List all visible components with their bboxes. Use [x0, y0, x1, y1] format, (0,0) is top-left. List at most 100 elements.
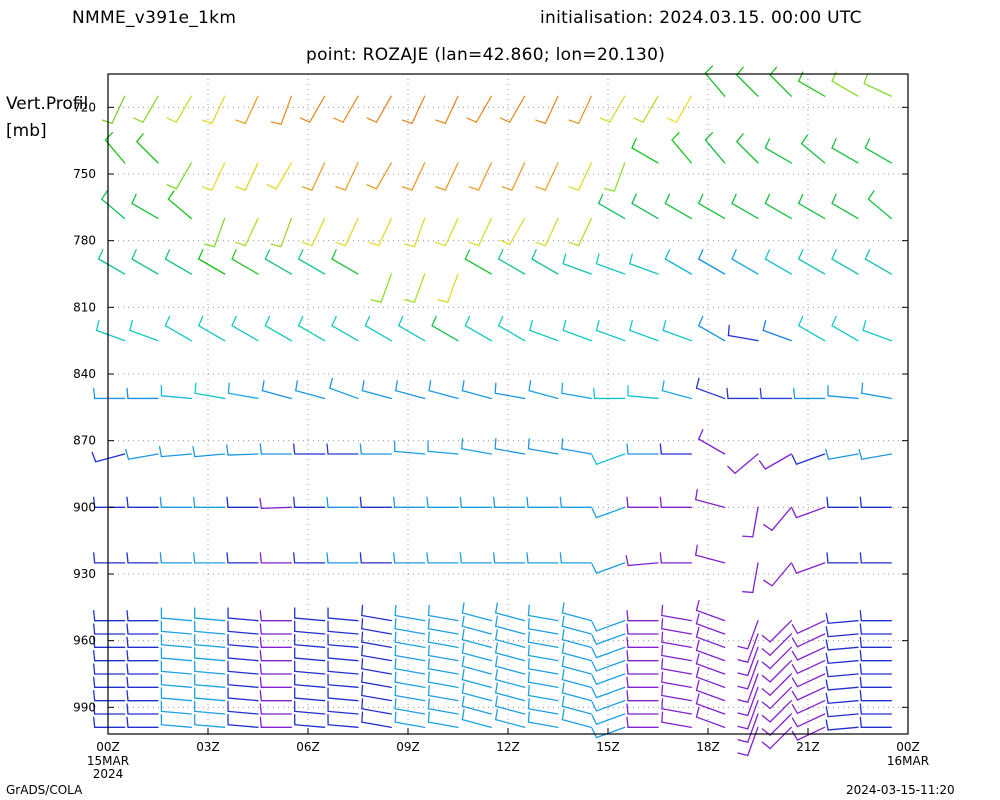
barb-shaft — [864, 147, 892, 164]
barb-shaft — [698, 438, 726, 455]
wind-barb — [736, 66, 759, 97]
wind-barb — [95, 320, 126, 342]
wind-barb — [294, 634, 326, 648]
barb-shaft — [595, 646, 626, 659]
barb-flag — [193, 552, 196, 564]
wind-barb — [698, 249, 726, 275]
wind-barb — [661, 618, 692, 635]
wind-barb — [327, 674, 359, 688]
barb-flag — [859, 716, 862, 728]
wind-barb — [194, 674, 226, 688]
barb-flag — [591, 701, 598, 712]
barb-flag — [591, 661, 598, 672]
wind-barb — [629, 253, 659, 275]
wind-barb — [93, 387, 126, 400]
barb-flag — [159, 552, 162, 564]
wind-barb — [192, 446, 226, 458]
x-tick-label: 12Z — [496, 740, 520, 754]
wind-barb — [160, 647, 192, 662]
barb-flag — [136, 133, 144, 143]
wind-barb — [859, 703, 892, 715]
barb-shaft — [561, 612, 592, 622]
barb-shaft — [494, 448, 526, 455]
barb-flag — [194, 382, 197, 394]
wind-barb — [861, 382, 892, 400]
wind-barb — [126, 650, 159, 662]
barb-flag — [791, 704, 799, 714]
barb-shaft — [661, 641, 692, 648]
wind-barb — [227, 660, 259, 675]
barb-flag — [695, 693, 700, 705]
wind-barb — [427, 604, 459, 622]
barb-flag — [742, 591, 754, 594]
barb-shaft — [795, 453, 826, 465]
barb-shaft — [747, 726, 759, 757]
barb-flag — [527, 711, 530, 723]
barb-shaft — [461, 692, 492, 702]
barb-shaft — [160, 395, 192, 400]
barb-flag — [235, 119, 246, 125]
barb-shaft — [769, 74, 792, 97]
wind-barb — [791, 713, 826, 728]
wind-barb — [331, 315, 359, 342]
barb-shaft — [595, 562, 626, 574]
wind-barb — [561, 602, 592, 622]
barb-shaft — [375, 95, 392, 123]
barb-flag — [426, 552, 429, 564]
barb-shaft — [861, 453, 892, 460]
barb-shaft — [244, 95, 259, 125]
barb-shaft — [769, 686, 792, 710]
barb-shaft — [661, 694, 692, 702]
wind-barb — [659, 496, 692, 508]
barb-flag — [398, 315, 404, 327]
wind-barb — [662, 320, 692, 342]
barb-flag — [626, 623, 629, 635]
x-tick-sublabel: 15MAR — [87, 754, 129, 768]
barb-shaft — [427, 681, 459, 688]
wind-barb — [327, 660, 359, 675]
wind-barb — [204, 217, 226, 248]
barb-flag — [166, 184, 177, 190]
wind-barb — [398, 315, 426, 342]
barb-shaft — [444, 217, 459, 247]
wind-barb — [361, 631, 392, 648]
barb-shaft — [752, 506, 759, 538]
barb-flag — [561, 669, 565, 681]
x-tick-label: 21Z — [796, 740, 820, 754]
wind-barb — [626, 676, 659, 688]
barb-flag — [204, 243, 216, 248]
wind-barb — [859, 623, 892, 635]
barb-shaft — [211, 162, 226, 191]
barb-flag — [695, 489, 698, 501]
wind-barb — [93, 676, 126, 688]
barb-shaft — [827, 395, 859, 400]
x-tick-label: 00Z — [96, 740, 120, 754]
barb-flag — [126, 663, 129, 675]
wind-barb — [194, 620, 226, 635]
wind-barb — [227, 714, 259, 728]
wind-barb — [259, 623, 292, 635]
barb-flag — [736, 133, 744, 143]
wind-barb — [426, 552, 459, 564]
barb-shaft — [796, 673, 826, 688]
wind-barb — [695, 693, 726, 715]
barb-shaft — [327, 630, 359, 635]
barb-flag — [395, 380, 398, 392]
wind-barb — [361, 711, 392, 728]
wind-barb — [726, 387, 759, 400]
barb-shaft — [461, 652, 492, 662]
barb-shaft — [695, 703, 726, 715]
barb-shaft — [827, 700, 859, 704]
wind-barb — [394, 604, 426, 622]
wind-barb — [461, 380, 492, 400]
barb-flag — [259, 690, 262, 702]
barb-shaft — [327, 684, 359, 688]
barb-flag — [461, 629, 465, 641]
barb-flag — [361, 698, 364, 710]
barb-flag — [333, 117, 344, 123]
wind-barb — [825, 639, 859, 651]
barb-shaft — [194, 617, 226, 622]
wind-barb — [227, 647, 259, 662]
barb-flag — [791, 717, 799, 728]
barb-flag — [495, 682, 498, 694]
